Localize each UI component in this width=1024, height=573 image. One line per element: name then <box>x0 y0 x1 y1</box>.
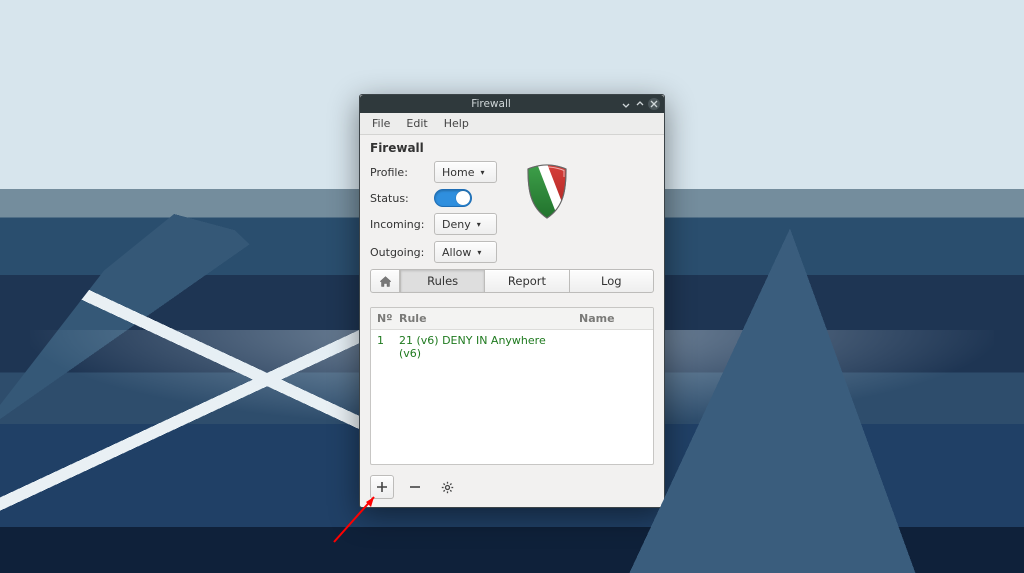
close-icon[interactable] <box>648 98 660 110</box>
maximize-icon[interactable] <box>634 98 646 110</box>
chevron-down-icon: ▾ <box>477 248 481 257</box>
add-rule-button[interactable] <box>370 475 394 499</box>
shield-icon <box>524 163 570 221</box>
outgoing-select-value: Allow <box>442 246 471 259</box>
panel-heading: Firewall <box>370 141 654 155</box>
row-rule: 21 (v6) DENY IN Anywhere (v6) <box>393 330 573 364</box>
window-title: Firewall <box>364 98 618 110</box>
label-incoming: Incoming: <box>370 218 428 231</box>
desktop-wallpaper: Firewall File Edit Help Firewall Profile… <box>0 0 1024 573</box>
row-name <box>573 330 653 364</box>
rules-list[interactable]: Nº Rule Name 1 21 (v6) DENY IN Anywhere … <box>370 307 654 465</box>
col-rule[interactable]: Rule <box>393 308 573 329</box>
home-icon <box>379 275 392 288</box>
bottom-toolbar <box>360 469 664 507</box>
remove-rule-button[interactable] <box>404 476 426 498</box>
tab-home[interactable] <box>370 269 400 293</box>
settings-button[interactable] <box>436 476 458 498</box>
outgoing-select[interactable]: Allow ▾ <box>434 241 497 263</box>
label-profile: Profile: <box>370 166 428 179</box>
tab-log[interactable]: Log <box>569 269 654 293</box>
col-name[interactable]: Name <box>573 308 653 329</box>
menu-file[interactable]: File <box>364 115 398 132</box>
tab-rules[interactable]: Rules <box>400 269 484 293</box>
profile-select-value: Home <box>442 166 474 179</box>
menu-help[interactable]: Help <box>436 115 477 132</box>
status-toggle[interactable] <box>434 189 472 207</box>
col-n[interactable]: Nº <box>371 308 393 329</box>
row-number: 1 <box>371 330 393 364</box>
incoming-select[interactable]: Deny ▾ <box>434 213 497 235</box>
menu-edit[interactable]: Edit <box>398 115 435 132</box>
main-panel: Firewall Profile: Home ▾ Status: Incomin… <box>360 135 664 301</box>
incoming-select-value: Deny <box>442 218 471 231</box>
minus-icon <box>409 481 421 493</box>
titlebar[interactable]: Firewall <box>360 95 664 113</box>
tab-report[interactable]: Report <box>484 269 568 293</box>
profile-select[interactable]: Home ▾ <box>434 161 497 183</box>
label-outgoing: Outgoing: <box>370 246 428 259</box>
rules-list-header: Nº Rule Name <box>371 308 653 330</box>
label-status: Status: <box>370 192 428 205</box>
plus-icon <box>376 481 388 493</box>
minimize-icon[interactable] <box>620 98 632 110</box>
gear-icon <box>441 481 454 494</box>
chevron-down-icon: ▾ <box>480 168 484 177</box>
settings-form: Profile: Home ▾ Status: Incoming: Deny ▾ <box>370 161 654 263</box>
menubar: File Edit Help <box>360 113 664 135</box>
chevron-down-icon: ▾ <box>477 220 481 229</box>
firewall-window: Firewall File Edit Help Firewall Profile… <box>359 94 665 508</box>
tabs: Rules Report Log <box>370 269 654 293</box>
list-row[interactable]: 1 21 (v6) DENY IN Anywhere (v6) <box>371 330 653 364</box>
